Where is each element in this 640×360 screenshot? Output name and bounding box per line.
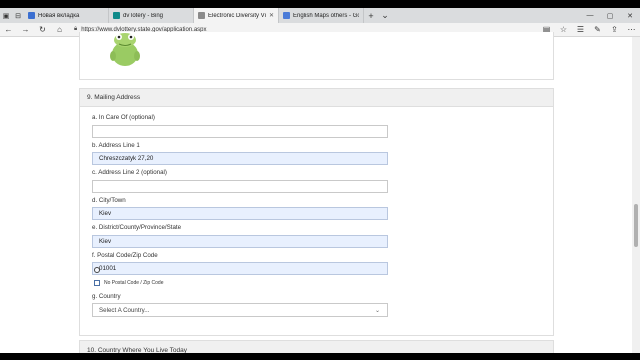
close-window-icon[interactable]: ✕ bbox=[620, 8, 640, 23]
tab-title: Новая вкладка bbox=[38, 12, 80, 19]
address-line2-field[interactable] bbox=[92, 180, 388, 193]
no-postal-code-label: No Postal Code / Zip Code bbox=[104, 280, 164, 286]
chevron-down-icon: ⌄ bbox=[374, 307, 380, 314]
district-label: e. District/County/Province/State bbox=[92, 224, 182, 231]
maximize-icon[interactable]: ▢ bbox=[600, 8, 620, 23]
country-of-residence-section-title: 10. Country Where You Live Today bbox=[79, 340, 554, 353]
postal-code-field[interactable]: 01001 bbox=[92, 262, 388, 275]
mouse-cursor-icon bbox=[94, 267, 100, 273]
new-tab-button[interactable]: + bbox=[364, 8, 378, 23]
page-content: 9. Mailing Address a. In Care Of (option… bbox=[0, 32, 640, 353]
city-label: d. City/Town bbox=[92, 197, 126, 204]
favorites-hub-icon[interactable]: ☰ bbox=[572, 25, 589, 34]
tab-favicon-icon bbox=[283, 12, 290, 19]
tab-bing[interactable]: dv lotery - Bing bbox=[109, 8, 194, 23]
city-field[interactable]: Kiev bbox=[92, 207, 388, 220]
photo-section bbox=[79, 32, 554, 80]
tab-new-tab[interactable]: Новая вкладка bbox=[24, 8, 109, 23]
share-icon[interactable]: ⇪ bbox=[606, 25, 623, 34]
tab-favicon-icon bbox=[113, 12, 120, 19]
address-line2-label: c. Address Line 2 (optional) bbox=[92, 169, 167, 176]
favorite-star-icon[interactable]: ☆ bbox=[555, 25, 572, 34]
forward-icon[interactable]: → bbox=[17, 25, 34, 34]
tab-title: dv lotery - Bing bbox=[123, 12, 164, 19]
no-postal-code-checkbox[interactable]: No Postal Code / Zip Code bbox=[94, 280, 163, 286]
lock-icon: 🔒︎ bbox=[74, 26, 78, 32]
applicant-photo bbox=[110, 33, 140, 66]
tab-diversity-visa[interactable]: Electronic Diversity Visa ✕ bbox=[194, 8, 279, 23]
country-selected-value: Select A Country... bbox=[99, 306, 150, 314]
refresh-icon[interactable]: ↻ bbox=[34, 25, 51, 34]
address-line1-label: b. Address Line 1 bbox=[92, 142, 140, 149]
country-label: g. Country bbox=[92, 293, 121, 300]
district-field[interactable]: Kiev bbox=[92, 235, 388, 248]
letterbox-bottom bbox=[0, 353, 640, 360]
letterbox-top bbox=[0, 0, 640, 8]
mailing-address-section: 9. Mailing Address a. In Care Of (option… bbox=[79, 88, 554, 336]
tab-title: Electronic Diversity Visa bbox=[208, 12, 266, 19]
tab-strip: ▣ ⊟ Новая вкладка dv lotery - Bing Elect… bbox=[0, 8, 640, 23]
tab-back-icon[interactable]: ⊟ bbox=[12, 8, 24, 23]
browser-window: ▣ ⊟ Новая вкладка dv lotery - Bing Elect… bbox=[0, 8, 640, 353]
in-care-of-label: a. In Care Of (optional) bbox=[92, 114, 155, 121]
tab-favicon-icon bbox=[198, 12, 205, 19]
in-care-of-field[interactable] bbox=[92, 125, 388, 138]
tab-favicon-icon bbox=[28, 12, 35, 19]
checkbox-box[interactable] bbox=[94, 280, 100, 286]
page-scrollbar[interactable] bbox=[632, 37, 640, 353]
section-title: 9. Mailing Address bbox=[80, 89, 553, 107]
tab-title: English Maps others - Goog bbox=[293, 12, 359, 19]
scrollbar-thumb[interactable] bbox=[634, 204, 638, 247]
more-menu-icon[interactable]: ⋯ bbox=[623, 25, 640, 34]
minimize-icon[interactable]: — bbox=[580, 8, 600, 23]
home-icon[interactable]: ⌂ bbox=[51, 25, 68, 34]
address-line1-field[interactable]: Chreszczatyk 27,20 bbox=[92, 152, 388, 165]
country-select[interactable]: Select A Country... ⌄ bbox=[92, 303, 388, 317]
postal-code-label: f. Postal Code/Zip Code bbox=[92, 252, 158, 259]
back-icon[interactable]: ← bbox=[0, 25, 17, 34]
tab-google-maps[interactable]: English Maps others - Goog bbox=[279, 8, 364, 23]
tab-preview-icon[interactable]: ▣ bbox=[0, 8, 12, 23]
notes-pen-icon[interactable]: ✎ bbox=[589, 25, 606, 34]
tab-list-chevron-icon[interactable]: ⌄ bbox=[378, 8, 392, 23]
close-tab-icon[interactable]: ✕ bbox=[269, 12, 274, 19]
